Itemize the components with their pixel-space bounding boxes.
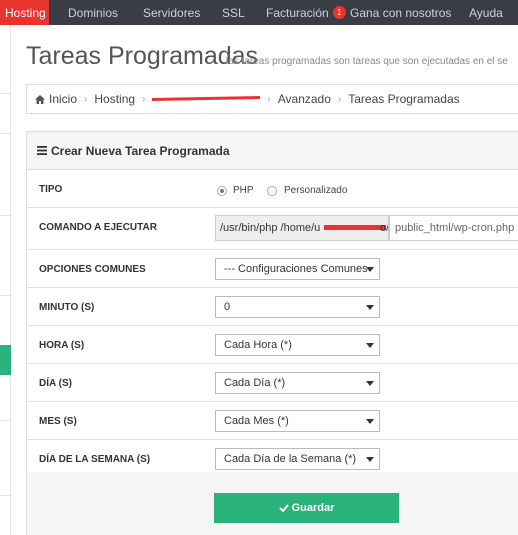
sidebar-active-item[interactable] [0,345,11,375]
weekday-select[interactable]: Cada Día de la Semana (*) [215,448,380,470]
nav-item-servidores[interactable]: Servidores [143,0,200,25]
caret-down-icon [366,267,374,272]
caret-down-icon [366,457,374,462]
notification-badge: 1 [332,6,346,19]
nav-item-dominios[interactable]: Dominios [68,0,118,25]
nav-label: Dominios [68,5,119,20]
save-button[interactable]: Guardar [214,493,399,523]
breadcrumb: Inicio › Hosting › › Avanzado › Tareas P… [26,84,518,114]
sidebar-divider [0,495,11,496]
caret-down-icon [366,381,374,386]
sidebar-divider [0,93,11,94]
command-prefix-text: /usr/bin/php /home/u [220,222,321,234]
breadcrumb-hosting[interactable]: Hosting [94,92,135,106]
nav-item-ssl[interactable]: SSL [222,0,245,25]
save-button-label: Guardar [291,502,335,514]
select-value: Cada Mes (*) [224,415,289,427]
page-subtitle: las tareas programadas son tareas que so… [226,56,508,67]
field-label: COMANDO A EJECUTAR [39,222,157,233]
breadcrumb-separator-icon: › [142,93,146,105]
nav-item-hosting[interactable]: Hosting [0,0,49,25]
breadcrumb-separator-icon: › [84,93,88,105]
caret-down-icon [366,305,374,310]
field-label: MES (S) [39,416,77,427]
sidebar-divider [0,295,11,296]
field-row-minuto: MINUTO (S) 0 [27,288,518,326]
panel-header: Crear Nueva Tarea Programada [27,132,518,170]
radio-php-label: PHP [233,185,254,196]
breadcrumb-separator-icon: › [337,93,342,105]
select-value: Cada Día de la Semana (*) [224,453,357,465]
radio-personalizado[interactable] [267,186,277,196]
day-select[interactable]: Cada Día (*) [215,372,380,394]
nav-label: Hosting [5,5,46,20]
home-icon [35,94,45,104]
field-row-comando: COMANDO A EJECUTAR /usr/bin/php /home/u … [27,208,518,250]
hour-select[interactable]: Cada Hora (*) [215,334,380,356]
minute-select[interactable]: 0 [215,296,380,318]
breadcrumb-current: Tareas Programadas [348,92,460,106]
caret-down-icon [366,343,374,348]
sidebar-divider [0,420,11,421]
radio-php[interactable] [217,186,227,196]
nav-item-gana-con-nosotros[interactable]: Gana con nosotros [350,0,451,25]
sidebar-collapsed [0,25,11,535]
create-cron-panel: Crear Nueva Tarea Programada TIPO PHP Pe… [26,131,518,535]
panel-title: Crear Nueva Tarea Programada [51,143,230,158]
command-input[interactable]: public_html/wp-cron.php [389,215,518,241]
nav-label: Gana con nosotros [350,5,452,20]
field-row-tipo: TIPO PHP Personalizado [27,170,518,208]
nav-item-facturacion[interactable]: Facturación 1 [266,0,346,25]
field-row-dia: DÍA (S) Cada Día (*) [27,364,518,402]
field-label: DÍA (S) [39,378,72,389]
radio-personalizado-label: Personalizado [284,185,348,196]
select-value: --- Configuraciones Comunes [224,263,368,275]
month-select[interactable]: Cada Mes (*) [215,410,380,432]
redaction-mark [324,225,386,230]
field-label: MINUTO (S) [39,302,95,313]
check-icon [278,504,289,512]
field-label: TIPO [39,184,63,195]
select-value: Cada Día (*) [224,377,286,389]
select-value: Cada Hora (*) [224,339,292,351]
command-prefix: /usr/bin/php /home/u o/ [215,215,389,241]
breadcrumb-separator-icon: › [267,93,271,105]
field-row-mes: MES (S) Cada Mes (*) [27,402,518,440]
nav-label: Facturación [266,5,329,20]
top-navigation: Hosting Dominios Servidores SSL Facturac… [0,0,518,25]
bars-icon [37,146,47,155]
field-row-opciones: OPCIONES COMUNES --- Configuraciones Com… [27,250,518,288]
breadcrumb-redacted-domain[interactable] [152,94,260,104]
field-label: HORA (S) [39,340,85,351]
common-options-select[interactable]: --- Configuraciones Comunes [215,258,380,280]
caret-down-icon [366,419,374,424]
nav-item-ayuda[interactable]: Ayuda [469,0,503,25]
nav-label: SSL [222,5,245,20]
nav-label: Ayuda [469,5,503,20]
command-prefix-tail: o/ [380,222,389,234]
select-value: 0 [224,301,231,313]
sidebar-divider [0,215,11,216]
page-title: Tareas Programadas [26,42,259,70]
sidebar-divider [0,133,11,134]
field-row-hora: HORA (S) Cada Hora (*) [27,326,518,364]
nav-label: Servidores [143,5,201,20]
field-label: DÍA DE LA SEMANA (S) [39,454,151,465]
field-label: OPCIONES COMUNES [39,264,146,275]
breadcrumb-home[interactable]: Inicio [49,92,77,106]
breadcrumb-avanzado[interactable]: Avanzado [278,92,331,106]
